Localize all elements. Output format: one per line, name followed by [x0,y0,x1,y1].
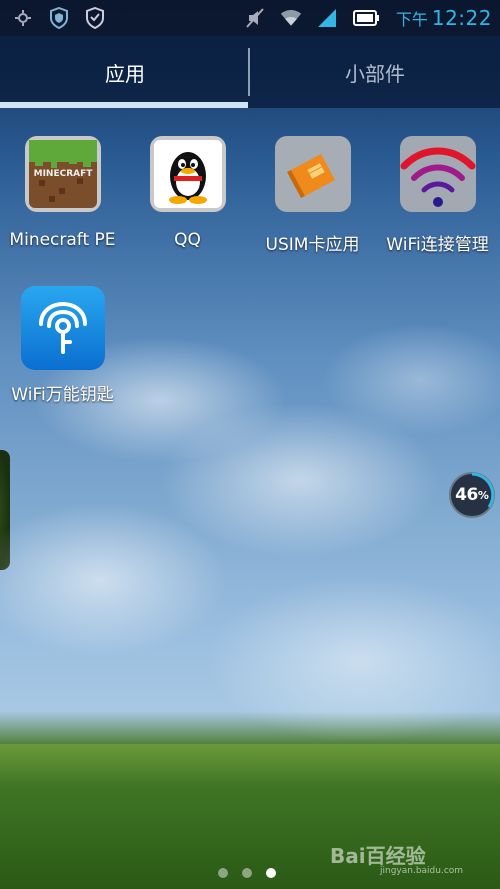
tab-widgets[interactable]: 小部件 [250,36,500,108]
wifi-key-icon [20,286,105,370]
mute-icon [244,7,266,29]
status-bar: 下午 12:22 [0,0,500,36]
app-label: QQ [174,230,201,250]
app-label: WiFi连接管理 [386,235,489,255]
sim-card-icon [274,136,351,212]
settings-icon [12,7,34,29]
shield-icon [48,7,70,29]
tab-apps[interactable]: 应用 [0,36,250,108]
minecraft-icon: MINECRAFT [24,136,101,212]
app-wifi-key[interactable]: WiFi万能钥匙 [0,286,125,405]
svg-text:MINECRAFT: MINECRAFT [33,169,93,179]
page-dot[interactable] [218,868,228,878]
app-qq[interactable]: QQ [125,136,250,250]
signal-icon [316,7,338,29]
wallpaper-tree [0,450,10,570]
wifi-icon [280,7,302,29]
app-label: Minecraft PE [9,230,116,250]
tab-widgets-label: 小部件 [345,61,405,86]
page-dot-current[interactable] [266,868,276,878]
watermark-url: jingyan.baidu.com [380,866,464,876]
floating-memory-widget[interactable]: 46% [449,472,495,518]
app-label: WiFi万能钥匙 [11,385,114,405]
clock-time: 12:22 [431,6,492,30]
app-minecraft[interactable]: MINECRAFT Minecraft PE [0,136,125,250]
wifi-manager-icon [399,136,476,212]
page-indicator [218,868,276,878]
page-dot[interactable] [242,868,252,878]
tab-apps-label: 应用 [105,61,145,86]
tab-divider [248,48,250,96]
app-wifi-manager[interactable]: WiFi连接管理 [375,136,500,255]
app-label: USIM卡应用 [265,235,360,255]
qq-penguin-icon [149,136,226,212]
watermark-text: Bai百经验 [330,844,426,868]
progress-ring-icon [471,472,495,508]
clock-ampm: 下午 [395,10,428,29]
app-usim[interactable]: USIM卡应用 [250,136,375,255]
shield-check-icon [84,7,106,29]
battery-icon [352,7,382,29]
drawer-tabs: 应用 小部件 [0,36,500,108]
tab-active-indicator [0,102,248,108]
